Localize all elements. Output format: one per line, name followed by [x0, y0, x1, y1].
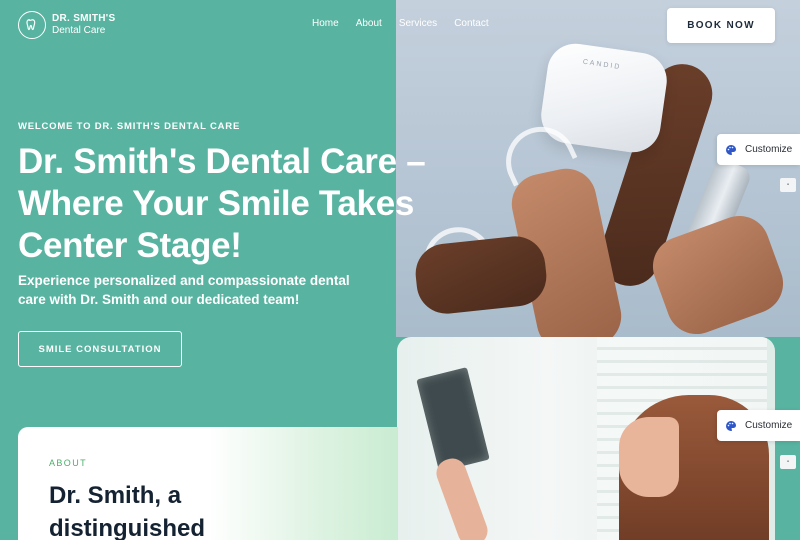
smile-consultation-button[interactable]: SMILE CONSULTATION	[18, 331, 182, 367]
about-title: Dr. Smith, a distinguished	[49, 482, 205, 540]
logo-line2: Dental Care	[52, 25, 106, 36]
about-eyebrow: ABOUT	[49, 458, 88, 468]
nav-about[interactable]: About	[356, 18, 382, 29]
logo-line1: DR. SMITH'S	[52, 13, 116, 24]
tooth-icon	[18, 11, 46, 39]
xray-film	[416, 367, 490, 472]
customize-label: Customize	[745, 420, 793, 431]
woman-face	[619, 417, 679, 497]
customize-button-2[interactable]: Customize	[717, 410, 800, 441]
thumbnail-icon[interactable]: ▪	[780, 178, 796, 192]
thumbnail-icon[interactable]: ▪	[780, 455, 796, 469]
hero-headline: Dr. Smith's Dental Care – Where Your Smi…	[18, 142, 426, 265]
hero-subtext: Experience personalized and compassionat…	[18, 273, 350, 307]
book-now-button[interactable]: BOOK NOW	[667, 8, 775, 43]
about-card: ABOUT Dr. Smith, a distinguished	[18, 427, 398, 540]
site-logo[interactable]: DR. SMITH'S Dental Care	[18, 11, 115, 39]
nav-home[interactable]: Home	[312, 18, 339, 29]
woman-arm	[432, 454, 492, 540]
logo-text: DR. SMITH'S Dental Care	[52, 13, 115, 37]
palette-icon	[726, 144, 736, 155]
main-nav: Home About Services Contact	[312, 18, 506, 29]
palette-icon	[726, 420, 736, 431]
case-label: CANDID	[582, 58, 622, 72]
nav-contact[interactable]: Contact	[454, 18, 488, 29]
customize-label: Customize	[745, 144, 793, 155]
nav-services[interactable]: Services	[399, 18, 437, 29]
hero-eyebrow: WELCOME TO DR. SMITH'S DENTAL CARE	[18, 121, 241, 132]
customize-button[interactable]: Customize	[717, 134, 800, 165]
